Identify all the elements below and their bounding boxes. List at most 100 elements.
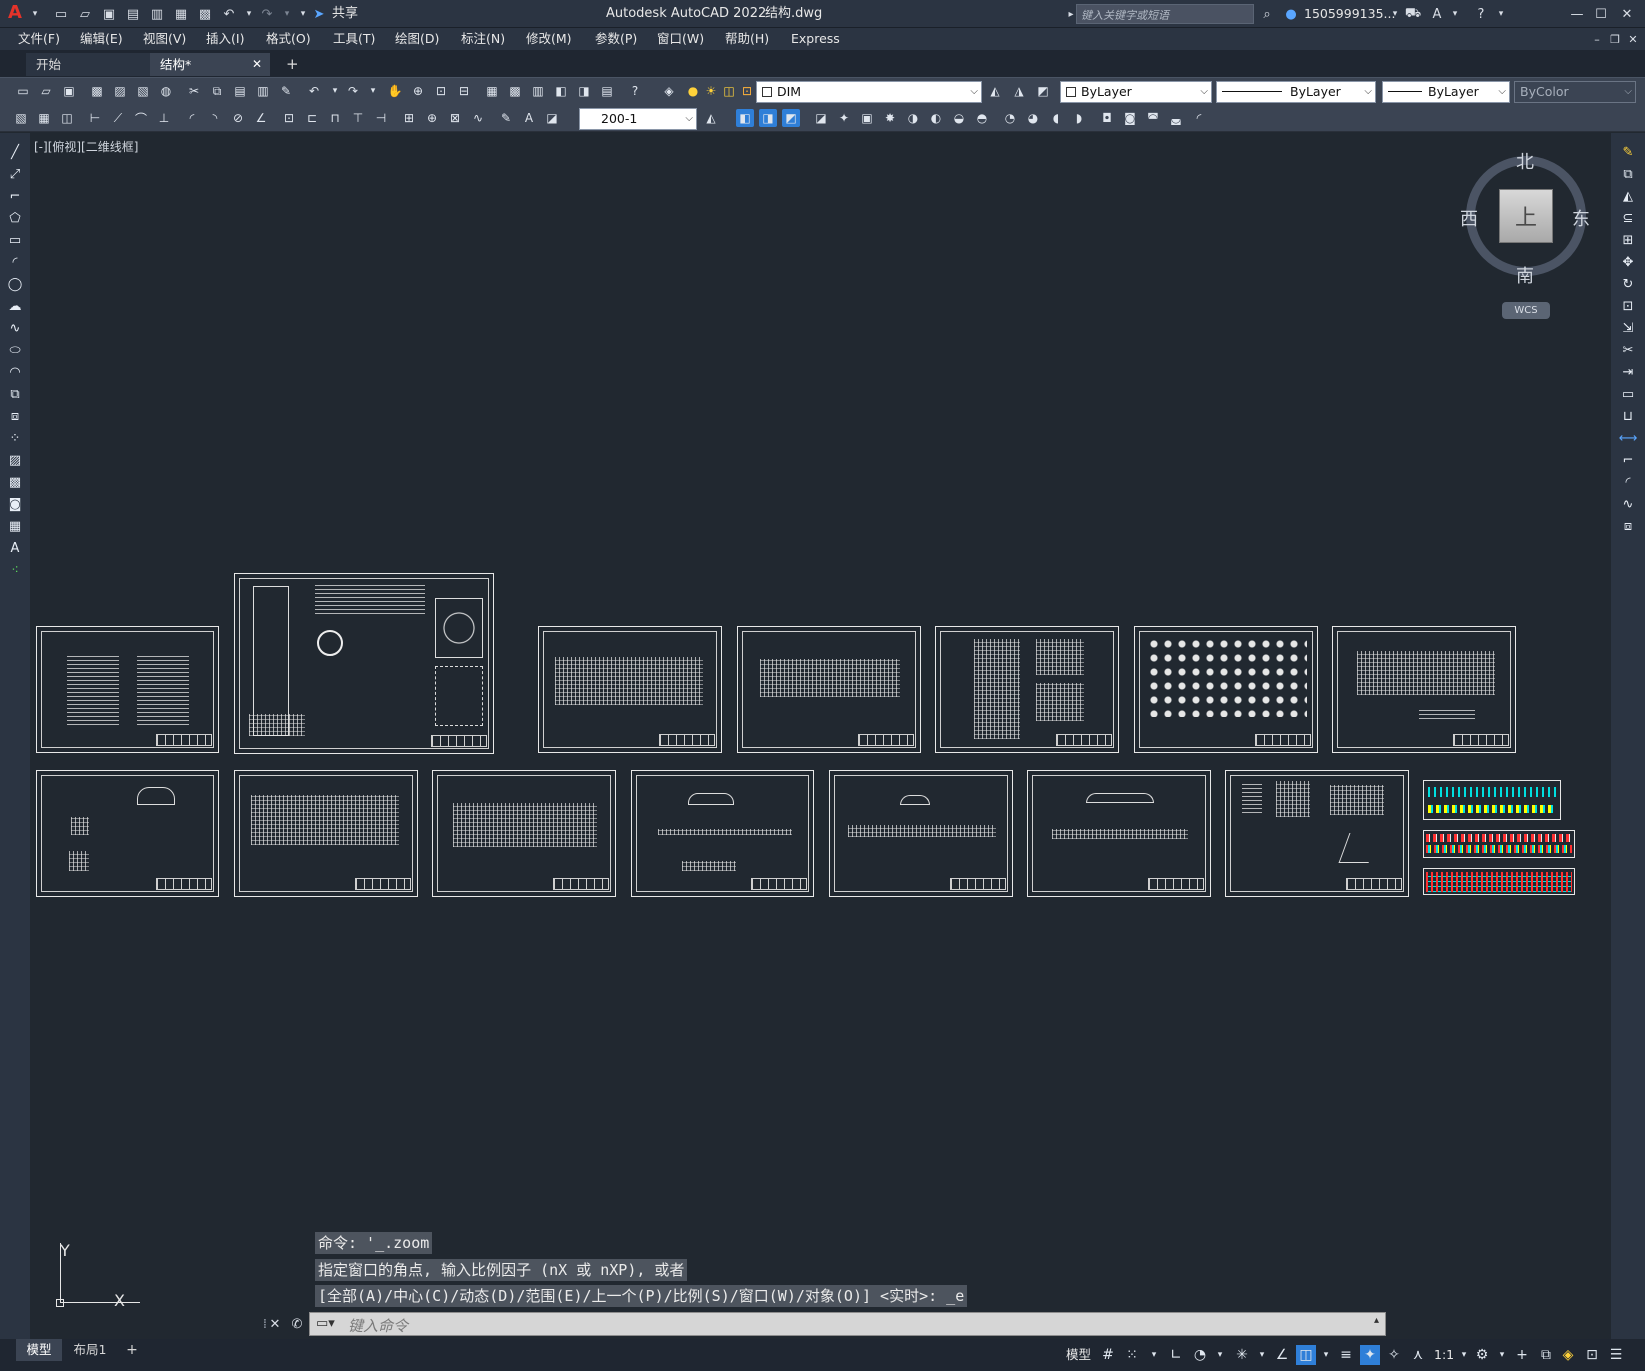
modify-mirror-icon[interactable]: ◩ — [782, 109, 800, 127]
tb-save-icon[interactable]: ▣ — [60, 82, 78, 100]
model-space-button[interactable]: 模型 — [1066, 1345, 1091, 1365]
tb-help-icon[interactable]: ? — [626, 82, 644, 100]
isodraft-dropdown-icon[interactable]: ▾ — [1252, 1345, 1272, 1365]
dim-arc-icon[interactable]: ⌒ — [132, 109, 150, 127]
workspace-dropdown-icon[interactable]: ▾ — [1492, 1345, 1512, 1365]
draworder-front-icon[interactable]: ◘ — [1098, 109, 1116, 127]
linetype-dropdown[interactable]: ByLayer ⌵ — [1216, 81, 1376, 103]
drawing-sheet[interactable] — [432, 770, 616, 897]
tab-structure[interactable]: 结构* ✕ — [150, 53, 270, 76]
layer-viewport-icon[interactable]: ◫ — [720, 82, 738, 100]
draworder-text-icon[interactable]: ◜ — [1190, 109, 1208, 127]
save-icon[interactable]: ▣ — [100, 5, 118, 23]
tb-zoom-realtime-icon[interactable]: ⊕ — [409, 82, 427, 100]
drawing-sheet[interactable] — [36, 770, 219, 897]
trim-icon[interactable]: ✂ — [1619, 341, 1637, 359]
fillet-icon[interactable]: ◜ — [1619, 473, 1637, 491]
menu-parametric[interactable]: 参数(P) — [595, 30, 637, 48]
menu-insert[interactable]: 插入(I) — [206, 30, 244, 48]
draworder-below-icon[interactable]: ◛ — [1167, 109, 1185, 127]
tb-new-icon[interactable]: ▭ — [14, 82, 32, 100]
tb-qdim-icon[interactable]: ▦ — [35, 109, 53, 127]
object-snap-icon[interactable]: ◫ — [1296, 1345, 1316, 1365]
user-icon[interactable]: ● — [1282, 5, 1300, 23]
grid-icon[interactable]: # — [1098, 1345, 1118, 1365]
colored-drawing-strip[interactable] — [1423, 830, 1575, 858]
tb-tool-palettes-icon[interactable]: ▥ — [529, 82, 547, 100]
layer-manager-icon[interactable]: ◈ — [660, 82, 678, 100]
app-menu-arrow-icon[interactable]: ▾ — [26, 5, 44, 23]
app-logo[interactable]: A — [8, 3, 22, 23]
isolate-objects-icon[interactable]: ⧉ — [1536, 1345, 1556, 1365]
lineweight-icon[interactable]: ≡ — [1336, 1345, 1356, 1365]
array-icon[interactable]: ⊞ — [1619, 231, 1637, 249]
viewcube-top-face[interactable]: 上 — [1499, 189, 1553, 243]
save-as-icon[interactable]: ▤ — [124, 5, 142, 23]
compass-south[interactable]: 南 — [1516, 262, 1534, 288]
tb-pan-icon[interactable]: ✋ — [386, 82, 404, 100]
tb-paste-icon[interactable]: ▤ — [231, 82, 249, 100]
drawing-sheet[interactable] — [829, 770, 1013, 897]
plotstyle-dropdown[interactable]: ByColor ⌵ — [1514, 81, 1636, 103]
draw-ellipse-icon[interactable]: ⬭ — [6, 341, 24, 359]
colored-drawing-strip[interactable] — [1423, 780, 1561, 820]
menu-help[interactable]: 帮助(H) — [725, 30, 769, 48]
hardware-acceleration-icon[interactable]: ◈ — [1558, 1345, 1578, 1365]
help-icon[interactable]: ? — [1472, 5, 1490, 23]
dim-angular-icon[interactable]: ∠ — [252, 109, 270, 127]
tolerance-icon[interactable]: ⊞ — [400, 109, 418, 127]
drawing-sheet[interactable] — [737, 626, 921, 753]
draw-mtext-icon[interactable]: A — [6, 539, 24, 557]
tb-undo-icon[interactable]: ↶ — [305, 82, 323, 100]
copy-icon[interactable]: ⧉ — [1619, 165, 1637, 183]
draw-table-icon[interactable]: ▦ — [6, 517, 24, 535]
tb-undo-dropdown-icon[interactable]: ▾ — [326, 82, 344, 100]
publish-icon[interactable]: ▦ — [172, 5, 190, 23]
tb-copy-icon[interactable]: ⧉ — [208, 82, 226, 100]
layer-on-icon[interactable]: ● — [684, 82, 702, 100]
colored-drawing-strip[interactable] — [1423, 868, 1575, 895]
object-snap-tracking-icon[interactable]: ∠ — [1272, 1345, 1292, 1365]
stretch-icon[interactable]: ⇲ — [1619, 319, 1637, 337]
dim-jogged-icon[interactable]: ◝ — [206, 109, 224, 127]
tb-block-editor-icon[interactable]: ✎ — [277, 82, 295, 100]
open-file-icon[interactable]: ▱ — [76, 5, 94, 23]
tb-preview-icon[interactable]: ▨ — [111, 82, 129, 100]
draw-line-icon[interactable]: ╱ — [6, 143, 24, 161]
modify-offset-icon[interactable]: ◪ — [812, 109, 830, 127]
dim-radius-icon[interactable]: ◜ — [183, 109, 201, 127]
dim-aligned-icon[interactable]: ⟋ — [109, 109, 127, 127]
close-window-icon[interactable]: ✕ — [1618, 5, 1636, 23]
customization-menu-icon[interactable]: ☰ — [1606, 1345, 1626, 1365]
isodraft-icon[interactable]: ✳ — [1232, 1345, 1252, 1365]
drawing-sheet[interactable] — [631, 770, 814, 897]
tb-open-icon[interactable]: ▱ — [37, 82, 55, 100]
drawing-sheet[interactable] — [1134, 626, 1318, 753]
minimize-icon[interactable]: — — [1568, 5, 1586, 23]
drawing-sheet[interactable] — [1027, 770, 1211, 897]
modify-stretch-icon[interactable]: ◐ — [927, 109, 945, 127]
modify-erase-icon[interactable]: ◧ — [736, 109, 754, 127]
tb-calculator-icon[interactable]: ▤ — [598, 82, 616, 100]
doc-close-icon[interactable]: ✕ — [1624, 30, 1642, 48]
draworder-back-icon[interactable]: ◙ — [1121, 109, 1139, 127]
modify-move-icon[interactable]: ▣ — [858, 109, 876, 127]
tb-zoom-previous-icon[interactable]: ⊟ — [455, 82, 473, 100]
menu-window[interactable]: 窗口(W) — [657, 30, 704, 48]
tb-dim-update-icon[interactable]: ◫ — [58, 109, 76, 127]
menu-view[interactable]: 视图(V) — [143, 30, 186, 48]
tb-zoom-window-icon[interactable]: ⊡ — [432, 82, 450, 100]
help-dropdown-icon[interactable]: ▾ — [1492, 5, 1510, 23]
drawing-sheet[interactable] — [935, 626, 1119, 753]
dim-quick-icon[interactable]: ⊡ — [280, 109, 298, 127]
annotation-scale[interactable]: 1:1 — [1434, 1345, 1454, 1365]
drawing-canvas[interactable]: [-][俯视][二维线框] Y X — [30, 133, 1611, 1339]
maximize-icon[interactable]: ☐ — [1592, 5, 1610, 23]
dim-space-icon[interactable]: ⊤ — [349, 109, 367, 127]
dim-continue-icon[interactable]: ⊓ — [326, 109, 344, 127]
add-selected-icon[interactable]: ⁖ — [6, 561, 24, 579]
scale-dropdown-icon[interactable]: ▾ — [1454, 1345, 1474, 1365]
layout-tab-model[interactable]: 模型 — [16, 1339, 62, 1361]
undo-dropdown-icon[interactable]: ▾ — [240, 5, 258, 23]
polar-icon[interactable]: ◔ — [1190, 1345, 1210, 1365]
